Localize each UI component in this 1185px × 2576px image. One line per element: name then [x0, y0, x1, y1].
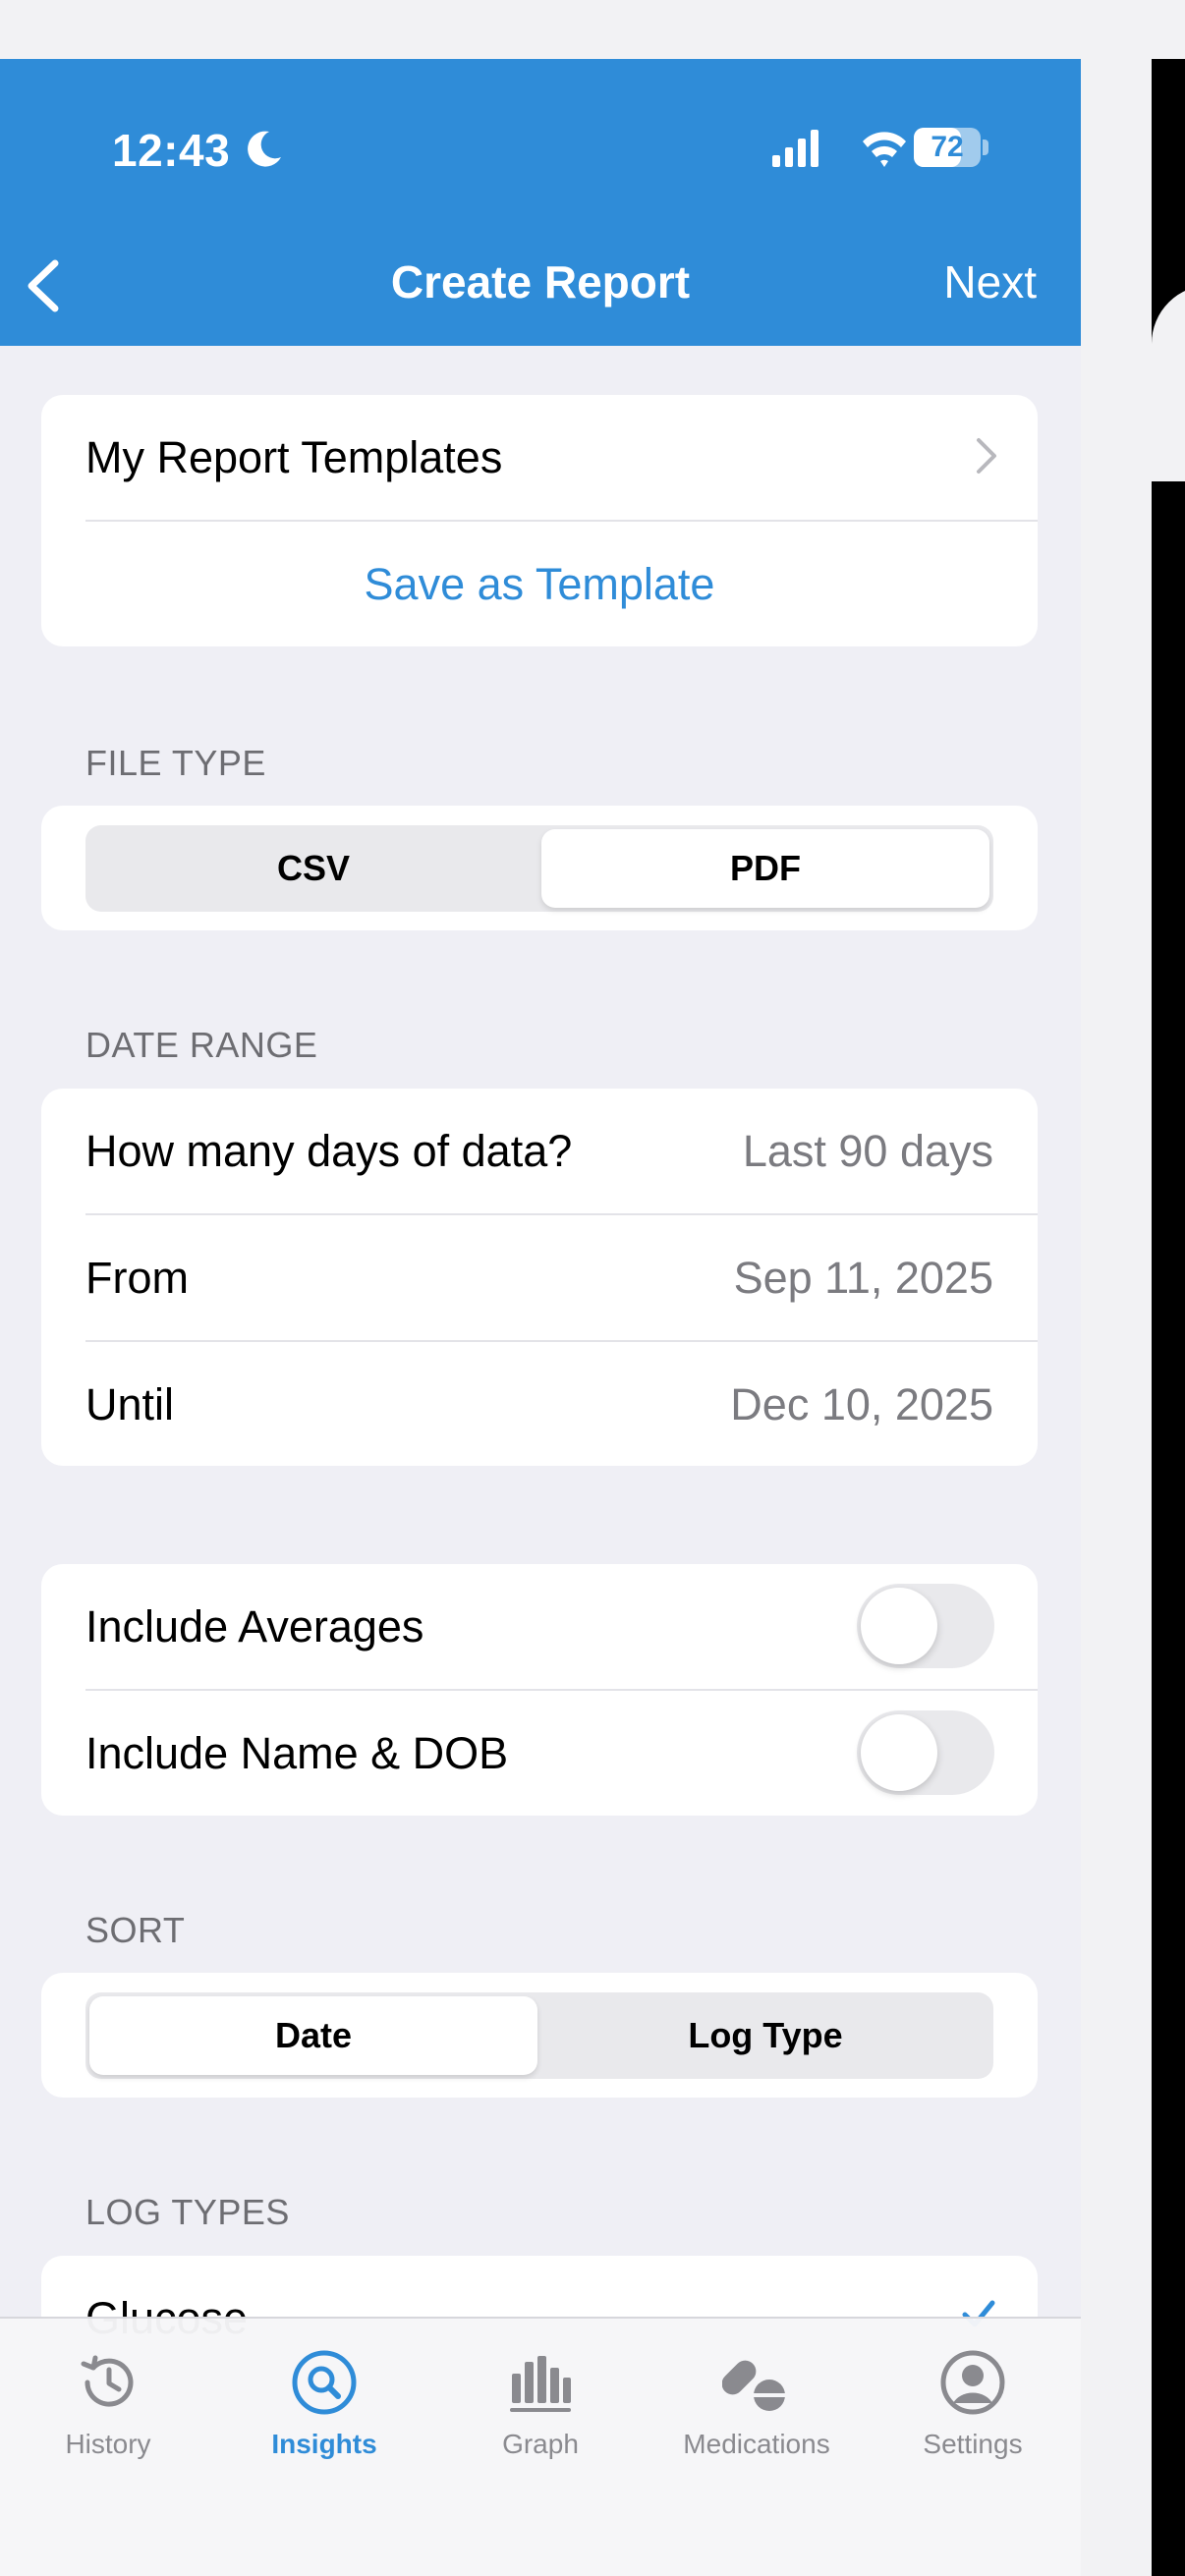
phone-screen: 12:43 72 Create Report Next My Report Te…	[0, 59, 1081, 2576]
signal-wifi-icons	[772, 130, 906, 167]
tab-label: History	[65, 2429, 151, 2459]
tab-history[interactable]: History	[0, 2319, 216, 2515]
include-name-dob-toggle[interactable]	[857, 1710, 994, 1795]
from-date-row[interactable]: From Sep 11, 2025	[41, 1215, 1038, 1340]
tab-label: Insights	[271, 2429, 377, 2459]
bar-chart-icon	[510, 2356, 571, 2412]
until-label: Until	[85, 1379, 175, 1429]
include-averages-row: Include Averages	[41, 1564, 1038, 1689]
segment-date[interactable]: Date	[89, 1996, 537, 2075]
tab-bar: History Insights Graph Medications Setti…	[0, 2317, 1081, 2576]
battery-icon: 72	[914, 128, 981, 167]
include-averages-toggle[interactable]	[857, 1584, 994, 1668]
from-date-value: Sep 11, 2025	[733, 1253, 993, 1303]
page-title: Create Report	[390, 256, 691, 308]
days-of-data-row[interactable]: How many days of data? Last 90 days	[41, 1089, 1038, 1213]
file-type-segmented-control: CSV PDF	[85, 825, 993, 912]
toggle-knob	[861, 1588, 937, 1664]
tab-label: Graph	[502, 2429, 579, 2459]
toggle-knob	[861, 1714, 937, 1791]
include-name-dob-row: Include Name & DOB	[41, 1691, 1038, 1816]
moon-icon	[248, 131, 281, 167]
from-label: From	[85, 1253, 189, 1303]
my-report-templates-label: My Report Templates	[85, 432, 503, 482]
file-type-header: FILE TYPE	[85, 743, 266, 783]
status-time: 12:43	[112, 125, 231, 176]
chevron-right-icon	[977, 438, 996, 474]
options-card: Include Averages Include Name & DOB	[41, 1564, 1038, 1816]
date-range-card: How many days of data? Last 90 days From…	[41, 1089, 1038, 1466]
pills-icon	[722, 2360, 785, 2411]
save-as-template-button[interactable]: Save as Template	[41, 522, 1038, 646]
tab-graph[interactable]: Graph	[432, 2319, 649, 2515]
include-averages-label: Include Averages	[85, 1601, 424, 1652]
log-types-header: LOG TYPES	[85, 2192, 290, 2232]
until-date-value: Dec 10, 2025	[730, 1379, 993, 1429]
templates-card: My Report Templates Save as Template	[41, 395, 1038, 646]
tab-settings[interactable]: Settings	[865, 2319, 1081, 2515]
person-circle-icon	[940, 2350, 1005, 2415]
file-type-card: CSV PDF	[41, 806, 1038, 930]
sort-card: Date Log Type	[41, 1973, 1038, 2098]
next-button[interactable]: Next	[943, 255, 1037, 308]
tab-medications[interactable]: Medications	[649, 2319, 865, 2515]
tab-insights[interactable]: Insights	[216, 2319, 432, 2515]
history-clock-icon	[81, 2355, 134, 2407]
tab-label: Medications	[683, 2429, 830, 2459]
cellular-signal-icon	[772, 130, 818, 167]
wifi-icon	[863, 132, 906, 167]
battery-level: 72	[931, 131, 964, 163]
battery-nub	[983, 140, 988, 155]
segment-csv[interactable]: CSV	[89, 829, 537, 908]
search-icon	[292, 2350, 357, 2415]
tab-label: Settings	[923, 2429, 1023, 2459]
segment-log-type[interactable]: Log Type	[541, 1996, 989, 2075]
nav-header: 12:43 72 Create Report Next	[0, 59, 1081, 346]
until-date-row[interactable]: Until Dec 10, 2025	[41, 1342, 1038, 1466]
include-name-dob-label: Include Name & DOB	[85, 1728, 509, 1778]
my-report-templates-row[interactable]: My Report Templates	[41, 395, 1038, 520]
sort-header: SORT	[85, 1910, 186, 1950]
sort-segmented-control: Date Log Type	[85, 1992, 993, 2079]
date-range-header: DATE RANGE	[85, 1025, 318, 1065]
days-of-data-value: Last 90 days	[742, 1126, 993, 1176]
segment-pdf[interactable]: PDF	[541, 829, 989, 908]
days-of-data-label: How many days of data?	[85, 1126, 573, 1176]
